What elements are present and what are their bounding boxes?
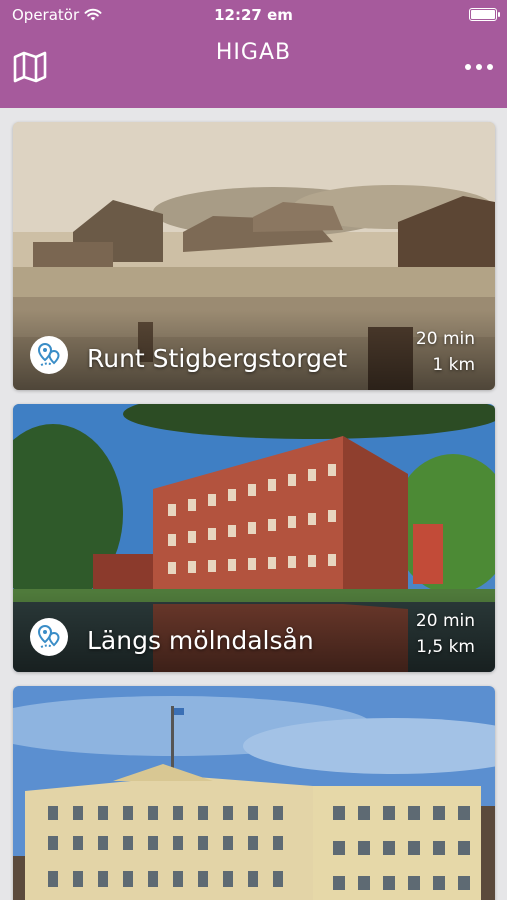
tour-pin-icon: [30, 336, 68, 374]
tour-card[interactable]: Runt Stigbergstorget 20 min 1 km: [13, 122, 495, 390]
tour-card[interactable]: Längs mölndalsån 20 min 1,5 km: [13, 404, 495, 672]
tour-pin-icon: [30, 618, 68, 656]
tour-duration: 20 min: [415, 329, 475, 349]
tour-title: Längs mölndalsån: [87, 626, 314, 655]
tour-duration: 20 min: [415, 611, 475, 631]
status-bar: Operatör 12:27 em: [0, 4, 507, 26]
tour-meta: 20 min 1,5 km: [416, 608, 475, 660]
status-time: 12:27 em: [214, 6, 293, 24]
battery-icon: [469, 8, 500, 21]
page-title: HIGAB: [215, 40, 292, 65]
nav-bar: Operatör 12:27 em HIGAB: [0, 0, 507, 108]
more-icon[interactable]: [461, 56, 497, 78]
tour-title: Runt Stigbergstorget: [87, 344, 348, 373]
tour-meta: 20 min 1 km: [416, 326, 475, 378]
tour-distance: 1 km: [432, 355, 475, 375]
tour-card[interactable]: [13, 686, 495, 900]
tour-distance: 1,5 km: [416, 637, 475, 657]
tour-photo: [13, 686, 495, 900]
